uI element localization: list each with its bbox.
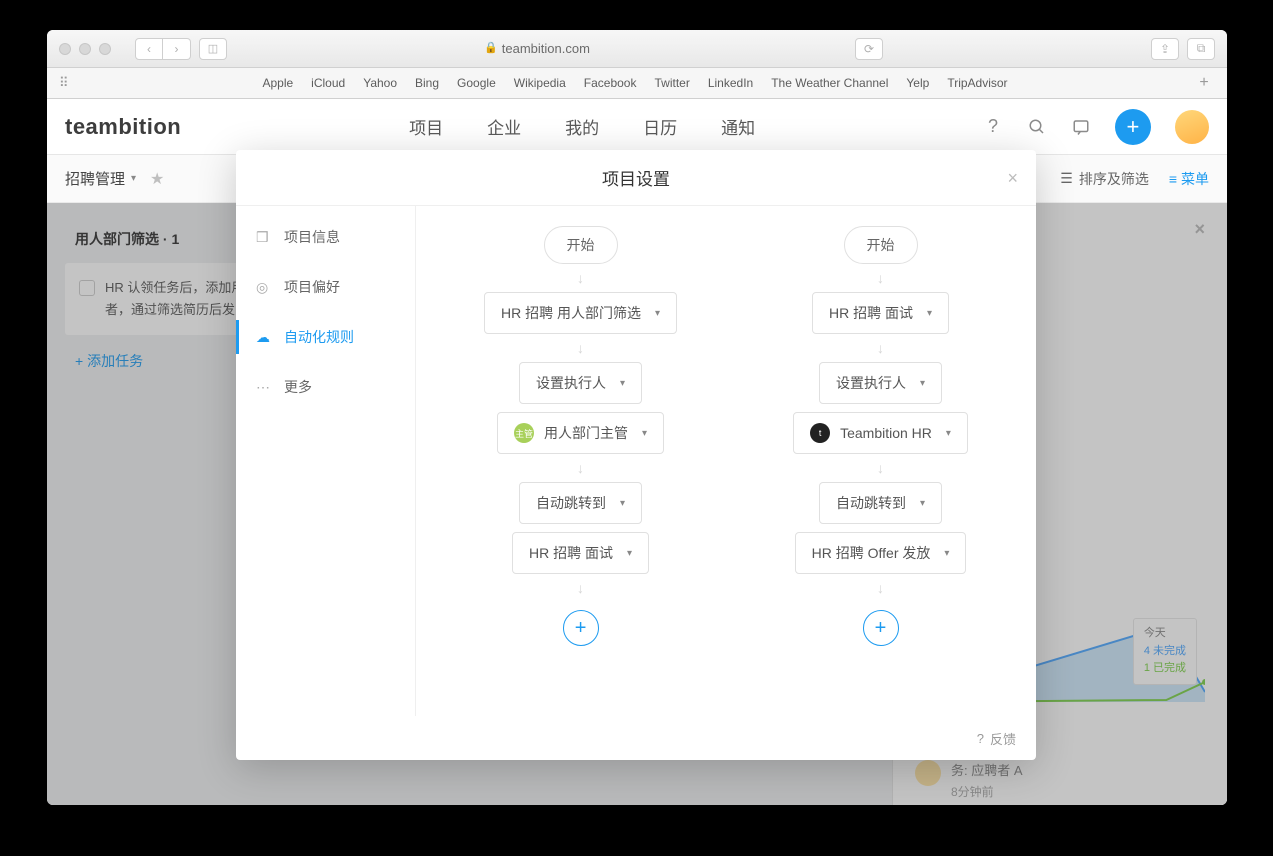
chevron-down-icon: ▾ (920, 378, 925, 389)
flow-step-assignee[interactable]: tTeambition HR▾ (793, 412, 968, 454)
bookmark-item[interactable]: Wikipedia (514, 76, 566, 90)
bookmark-item[interactable]: Twitter (654, 76, 689, 90)
org-badge: t (810, 423, 830, 443)
chevron-down-icon: ▾ (642, 428, 647, 439)
modal-title: 项目设置 (602, 165, 670, 190)
nav-notifications[interactable]: 通知 (721, 114, 755, 139)
flow-step-jump[interactable]: 自动跳转到▾ (519, 482, 642, 524)
bookmark-item[interactable]: Yelp (906, 76, 929, 90)
header-actions: ? + (983, 109, 1209, 145)
sidebar-toggle-icon[interactable]: ◫ (199, 38, 227, 60)
app-header: teambition 项目 企业 我的 日历 通知 ? + (47, 99, 1227, 155)
flow-start[interactable]: 开始 (544, 226, 618, 264)
nav-back-forward[interactable]: ‹› (135, 38, 191, 60)
bookmark-item[interactable]: Yahoo (363, 76, 397, 90)
layers-icon: ❒ (256, 229, 272, 246)
flow-step-trigger[interactable]: HR 招聘 用人部门筛选▾ (484, 292, 677, 334)
flow-step-trigger[interactable]: HR 招聘 面试▾ (812, 292, 949, 334)
modal-sidebar: ❒ 项目信息 ◎ 项目偏好 ☁ 自动化规则 ⋯ 更多 (236, 206, 416, 716)
star-icon[interactable]: ★ (150, 169, 164, 189)
share-icon[interactable]: ⇪ (1151, 38, 1179, 60)
flow-step-assignee[interactable]: 主管用人部门主管▾ (497, 412, 664, 454)
flow-step-target[interactable]: HR 招聘 面试▾ (512, 532, 649, 574)
chat-icon[interactable] (1071, 117, 1091, 137)
nav-projects[interactable]: 项目 (409, 114, 443, 139)
sidebar-item-preferences[interactable]: ◎ 项目偏好 (236, 262, 415, 312)
role-badge: 主管 (514, 423, 534, 443)
titlebar: ‹› ◫ 🔒 teambition.com ⟳ ⇪ ⧉ (47, 30, 1227, 68)
new-tab-icon[interactable]: + (1193, 74, 1215, 92)
chevron-down-icon: ▾ (946, 428, 951, 439)
arrow-down-icon: ↓ (577, 270, 584, 286)
flow-step-jump[interactable]: 自动跳转到▾ (819, 482, 942, 524)
arrow-down-icon: ↓ (577, 340, 584, 356)
flow-step-action[interactable]: 设置执行人▾ (819, 362, 942, 404)
logo[interactable]: teambition (65, 114, 181, 140)
chevron-down-icon: ▾ (920, 498, 925, 509)
reload-icon[interactable]: ⟳ (855, 38, 883, 60)
nav-enterprise[interactable]: 企业 (487, 114, 521, 139)
add-step-button[interactable]: + (863, 610, 899, 646)
nav-calendar[interactable]: 日历 (643, 114, 677, 139)
flow-1: 开始 ↓ HR 招聘 用人部门筛选▾ ↓ 设置执行人▾ 主管用人部门主管▾ ↓ … (484, 226, 677, 716)
arrow-down-icon: ↓ (577, 460, 584, 476)
arrow-down-icon: ↓ (577, 580, 584, 596)
bookmark-item[interactable]: Bing (415, 76, 439, 90)
bookmark-item[interactable]: Facebook (584, 76, 637, 90)
bookmark-item[interactable]: TripAdvisor (947, 76, 1007, 90)
sort-filter[interactable]: ☰ 排序及筛选 (1060, 169, 1149, 189)
search-icon[interactable] (1027, 117, 1047, 137)
bookmark-item[interactable]: iCloud (311, 76, 345, 90)
arrow-down-icon: ↓ (877, 460, 884, 476)
automation-flows: 开始 ↓ HR 招聘 用人部门筛选▾ ↓ 设置执行人▾ 主管用人部门主管▾ ↓ … (416, 206, 1036, 716)
add-button[interactable]: + (1115, 109, 1151, 145)
bookmarks-bar: ⠿ Apple iCloud Yahoo Bing Google Wikiped… (47, 68, 1227, 99)
sidebar-item-more[interactable]: ⋯ 更多 (236, 362, 415, 412)
chevron-down-icon: ▾ (620, 378, 625, 389)
chevron-down-icon: ▾ (944, 548, 949, 559)
project-title[interactable]: 招聘管理 (65, 168, 125, 189)
close-icon[interactable]: × (1007, 168, 1018, 189)
apps-grid-icon[interactable]: ⠿ (59, 75, 77, 91)
flow-2: 开始 ↓ HR 招聘 面试▾ ↓ 设置执行人▾ tTeambition HR▾ … (793, 226, 968, 716)
flow-step-action[interactable]: 设置执行人▾ (519, 362, 642, 404)
tabs-icon[interactable]: ⧉ (1187, 38, 1215, 60)
bookmark-item[interactable]: Google (457, 76, 496, 90)
flow-step-target[interactable]: HR 招聘 Offer 发放▾ (795, 532, 967, 574)
arrow-down-icon: ↓ (877, 340, 884, 356)
help-icon[interactable]: ? (983, 117, 1003, 137)
chevron-down-icon[interactable]: ▾ (131, 173, 136, 184)
chevron-down-icon: ▾ (655, 308, 660, 319)
cloud-icon: ☁ (256, 329, 272, 346)
menu-link[interactable]: ≡ 菜单 (1169, 169, 1209, 189)
chevron-down-icon: ▾ (627, 548, 632, 559)
sidebar-item-info[interactable]: ❒ 项目信息 (236, 212, 415, 262)
main-nav: 项目 企业 我的 日历 通知 (409, 114, 755, 139)
traffic-lights[interactable] (59, 43, 111, 55)
modal-footer: ? 反馈 (236, 716, 1036, 760)
bookmark-item[interactable]: The Weather Channel (771, 76, 888, 90)
project-settings-modal: 项目设置 × ❒ 项目信息 ◎ 项目偏好 ☁ 自动化规则 ⋯ 更多 (236, 150, 1036, 760)
bookmark-item[interactable]: Apple (262, 76, 293, 90)
modal-header: 项目设置 × (236, 150, 1036, 206)
url-text: teambition.com (502, 41, 590, 56)
feedback-link[interactable]: 反馈 (990, 729, 1016, 748)
lock-icon: 🔒 (484, 41, 498, 56)
user-avatar[interactable] (1175, 110, 1209, 144)
arrow-down-icon: ↓ (877, 270, 884, 286)
more-icon: ⋯ (256, 379, 272, 396)
sidebar-item-automation[interactable]: ☁ 自动化规则 (236, 312, 415, 362)
eye-icon: ◎ (256, 279, 272, 296)
chevron-down-icon: ▾ (927, 308, 932, 319)
browser-window: ‹› ◫ 🔒 teambition.com ⟳ ⇪ ⧉ ⠿ Apple iClo… (47, 30, 1227, 805)
add-step-button[interactable]: + (563, 610, 599, 646)
arrow-down-icon: ↓ (877, 580, 884, 596)
flow-start[interactable]: 开始 (844, 226, 918, 264)
chevron-down-icon: ▾ (620, 498, 625, 509)
bookmark-item[interactable]: LinkedIn (708, 76, 753, 90)
help-icon[interactable]: ? (977, 731, 984, 746)
url-bar[interactable]: 🔒 teambition.com (227, 41, 847, 56)
nav-mine[interactable]: 我的 (565, 114, 599, 139)
